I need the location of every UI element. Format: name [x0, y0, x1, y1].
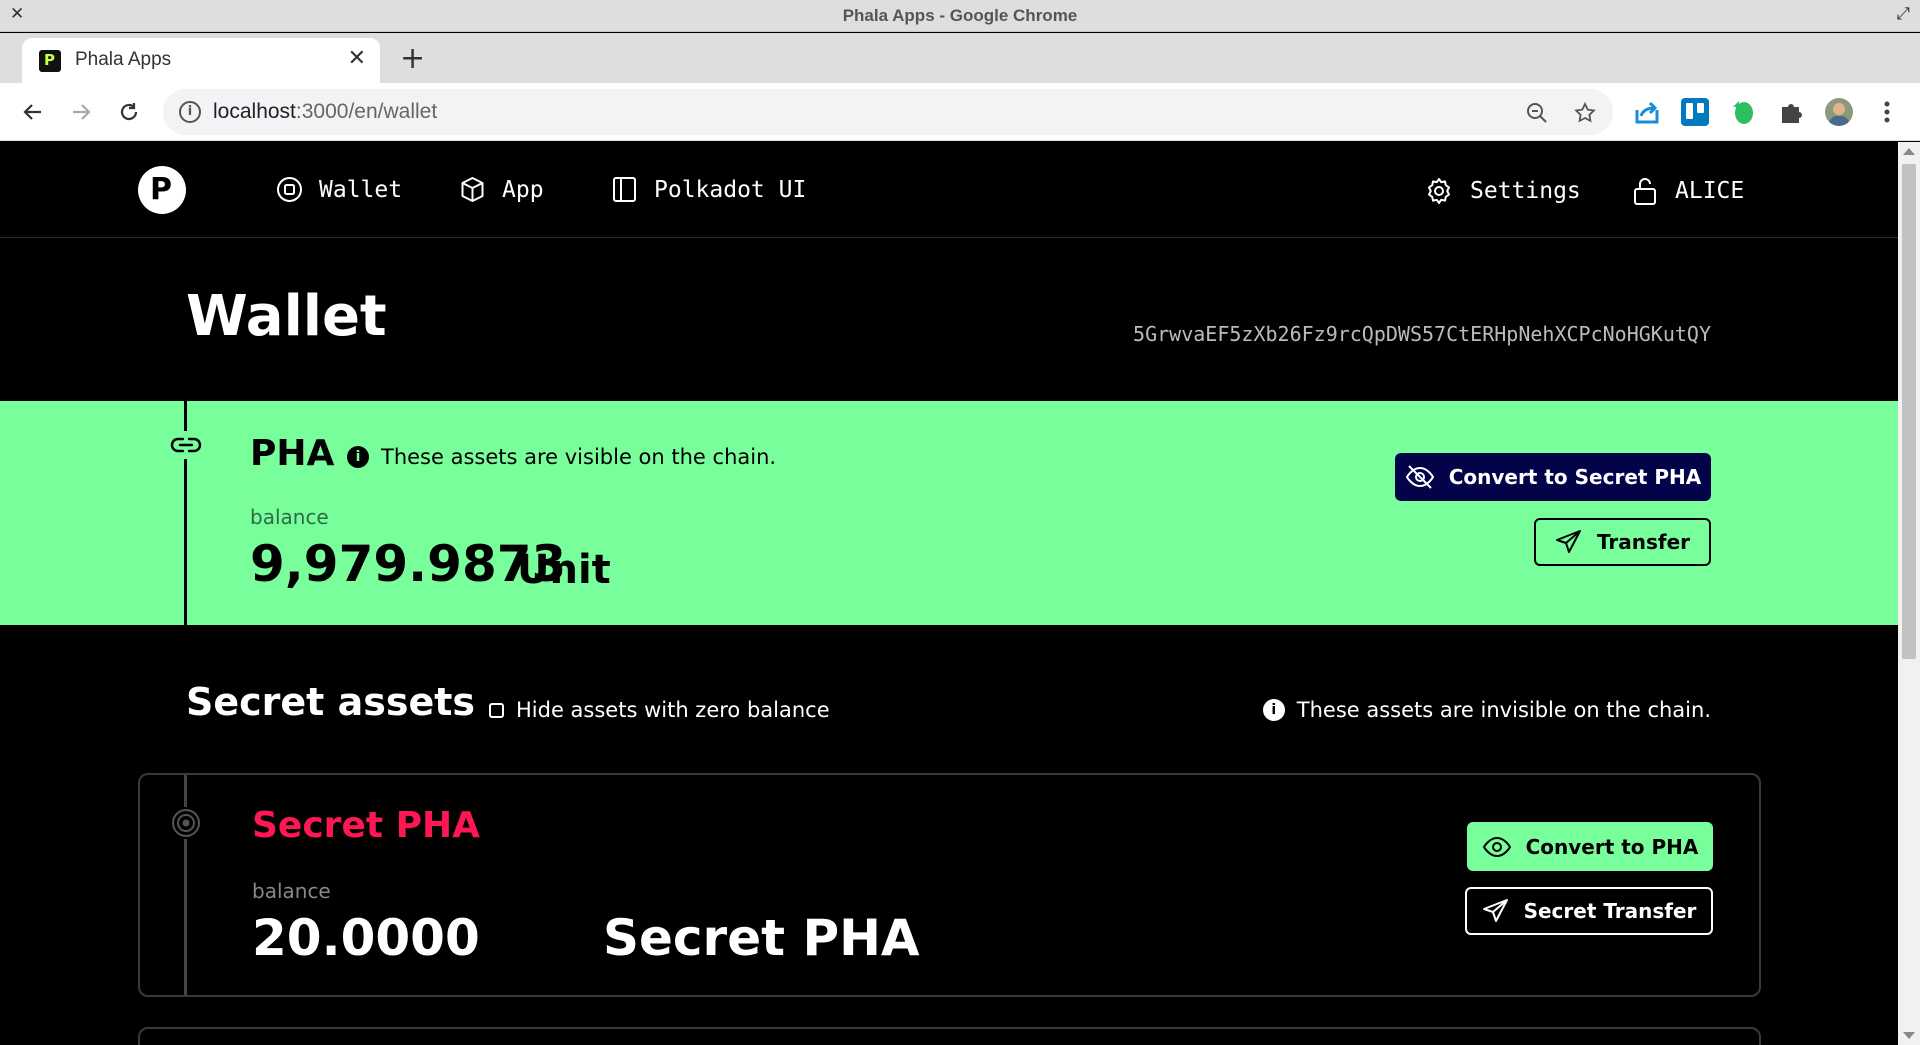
- browser-toolbar: i localhost:3000/en/wallet: [0, 83, 1920, 141]
- hide-zero-balance-toggle[interactable]: Hide assets with zero balance: [489, 698, 830, 722]
- evernote-extension-icon[interactable]: [1729, 98, 1757, 126]
- nav-item-settings[interactable]: Settings: [1424, 176, 1581, 206]
- secret-transfer-button[interactable]: Secret Transfer: [1465, 887, 1713, 935]
- trello-extension-icon[interactable]: [1681, 98, 1709, 126]
- sidebar-panel-icon: [613, 177, 636, 202]
- pha-balance-label: balance: [250, 505, 329, 529]
- chrome-menu-icon[interactable]: [1870, 95, 1904, 129]
- pha-asset-name: PHA: [250, 433, 335, 474]
- gear-icon: [1428, 178, 1450, 204]
- logo-letter: P: [150, 172, 172, 207]
- hide-zero-checkbox[interactable]: [489, 702, 504, 718]
- window-title: Phala Apps - Google Chrome: [842, 6, 1078, 25]
- info-icon: i: [1262, 699, 1285, 721]
- cube-icon: [461, 177, 484, 202]
- site-info-icon[interactable]: i: [179, 101, 201, 123]
- pha-visibility-note: i These assets are visible on the chain.: [347, 445, 776, 469]
- nav-item-app[interactable]: App: [459, 176, 544, 203]
- send-icon: [1482, 899, 1508, 922]
- browser-tab[interactable]: Phala Apps ✕: [22, 38, 380, 83]
- url-host: localhost: [213, 100, 296, 123]
- link-icon: [169, 431, 203, 459]
- convert-to-pha-label: Convert to PHA: [1525, 834, 1699, 859]
- secret-assets-heading: Secret assets: [186, 680, 476, 724]
- new-tab-icon[interactable]: +: [400, 41, 425, 76]
- target-icon: [170, 807, 202, 839]
- pha-balance-unit: Unit: [517, 547, 611, 593]
- scroll-up-icon[interactable]: [1903, 148, 1915, 155]
- tab-title: Phala Apps: [75, 49, 172, 70]
- info-icon: i: [347, 446, 369, 468]
- unlock-icon: [1634, 178, 1656, 205]
- secret-visibility-note: i These assets are invisible on the chai…: [1262, 698, 1711, 722]
- hide-zero-label: Hide assets with zero balance: [516, 698, 830, 722]
- next-asset-card: [138, 1027, 1761, 1045]
- bookmark-star-icon[interactable]: [1573, 101, 1597, 125]
- nav-item-app-label: App: [502, 176, 544, 203]
- tab-strip: Phala Apps ✕ +: [0, 33, 1920, 83]
- window-titlebar: ✕ Phala Apps - Google Chrome ⤢: [0, 0, 1920, 32]
- convert-to-pha-button[interactable]: Convert to PHA: [1467, 822, 1713, 871]
- eye-off-icon: [1405, 465, 1434, 489]
- nav-item-wallet-label: Wallet: [319, 176, 403, 203]
- secret-balance-unit: Secret PHA: [603, 909, 920, 967]
- forward-icon[interactable]: [64, 95, 98, 129]
- account-button[interactable]: ALICE: [1631, 176, 1744, 206]
- tab-close-icon[interactable]: ✕: [348, 46, 366, 71]
- share-extension-icon[interactable]: [1633, 98, 1661, 126]
- eye-icon: [1482, 836, 1511, 857]
- nav-item-settings-label: Settings: [1470, 178, 1581, 204]
- profile-avatar[interactable]: [1825, 98, 1853, 126]
- window-maximize-icon[interactable]: ⤢: [1896, 4, 1910, 24]
- url-text: localhost:3000/en/wallet: [213, 100, 437, 124]
- account-address: 5GrwvaEF5zXb26Fz9rcQpDWS57CtERHpNehXCPcN…: [1133, 322, 1711, 346]
- back-icon[interactable]: [16, 95, 50, 129]
- reload-icon[interactable]: [112, 95, 146, 129]
- phala-favicon-icon: [39, 50, 61, 72]
- phala-logo[interactable]: P: [138, 166, 186, 214]
- scrollbar-thumb[interactable]: [1902, 164, 1916, 659]
- top-navigation: P Wallet App Polkadot UI Settings ALICE: [0, 142, 1898, 238]
- wallet-circle-icon: [277, 177, 302, 202]
- scroll-down-icon[interactable]: [1903, 1032, 1915, 1039]
- account-name: ALICE: [1675, 178, 1745, 204]
- secret-visibility-text: These assets are invisible on the chain.: [1296, 698, 1711, 722]
- pha-asset-card: PHA i These assets are visible on the ch…: [0, 401, 1898, 625]
- url-path: :3000/en/wallet: [295, 100, 438, 123]
- page-title: Wallet: [186, 284, 387, 349]
- transfer-label: Transfer: [1596, 530, 1691, 554]
- secret-balance-value: 20.0000: [252, 909, 480, 967]
- convert-to-secret-pha-label: Convert to Secret PHA: [1448, 465, 1702, 489]
- address-bar[interactable]: i localhost:3000/en/wallet: [163, 89, 1613, 135]
- transfer-button[interactable]: Transfer: [1534, 518, 1711, 566]
- secret-pha-card: Secret PHA balance 20.0000 Secret PHA Co…: [138, 773, 1761, 997]
- page-scrollbar[interactable]: [1898, 142, 1920, 1045]
- nav-item-polkadot-ui-label: Polkadot UI: [654, 176, 807, 203]
- secret-transfer-label: Secret Transfer: [1523, 899, 1697, 923]
- nav-item-wallet[interactable]: Wallet: [276, 176, 402, 203]
- send-icon: [1555, 530, 1581, 553]
- convert-to-secret-pha-button[interactable]: Convert to Secret PHA: [1395, 453, 1711, 501]
- pha-visibility-text: These assets are visible on the chain.: [381, 445, 777, 469]
- secret-pha-name: Secret PHA: [252, 805, 480, 846]
- secret-balance-label: balance: [252, 879, 331, 903]
- zoom-icon[interactable]: [1525, 101, 1549, 125]
- page-content: P Wallet App Polkadot UI Settings ALICE …: [0, 142, 1898, 1045]
- puzzle-extensions-icon[interactable]: [1777, 98, 1805, 126]
- nav-item-polkadot-ui[interactable]: Polkadot UI: [611, 176, 806, 203]
